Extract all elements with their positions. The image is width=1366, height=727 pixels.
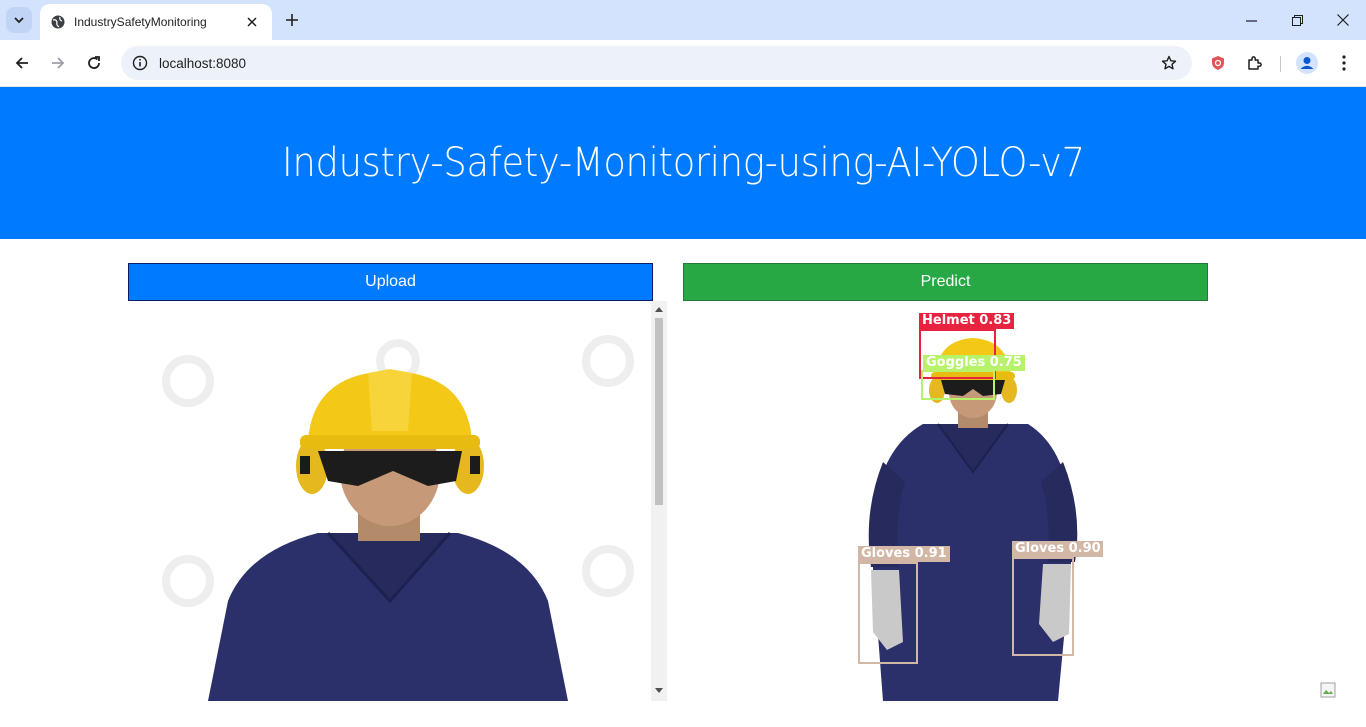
goggles-detection-box <box>921 370 995 400</box>
back-button[interactable] <box>7 48 37 78</box>
profile-button[interactable] <box>1292 48 1322 78</box>
globe-icon <box>50 14 66 30</box>
gloves-right-detection-box <box>1012 557 1074 656</box>
goggles-detection-label: Goggles 0.75 <box>923 355 1025 371</box>
shield-extension-button[interactable] <box>1203 48 1233 78</box>
scroll-up-arrow-icon[interactable] <box>655 305 663 313</box>
scroll-thumb[interactable] <box>655 318 663 505</box>
plus-icon <box>286 14 298 26</box>
menu-button[interactable] <box>1329 48 1359 78</box>
gloves-right-detection-label: Gloves 0.90 <box>1012 541 1103 557</box>
close-window-button[interactable] <box>1320 0 1366 40</box>
close-icon <box>1337 14 1349 26</box>
forward-button[interactable] <box>43 48 73 78</box>
restore-button[interactable] <box>1274 0 1320 40</box>
gloves-left-detection-box <box>858 562 918 664</box>
page-header: Industry-Safety-Monitoring-using-AI-YOLO… <box>0 87 1366 239</box>
gloves-left-detection-label: Gloves 0.91 <box>858 546 950 562</box>
restore-icon <box>1291 14 1303 26</box>
kebab-menu-icon <box>1342 55 1346 71</box>
tab-strip: IndustrySafetyMonitoring <box>0 0 1366 40</box>
arrow-left-icon <box>15 57 28 69</box>
upload-scrollbar[interactable] <box>651 301 667 701</box>
avatar-icon <box>1296 52 1318 74</box>
predict-button[interactable]: Predict <box>683 263 1208 301</box>
site-info-icon[interactable] <box>123 46 157 80</box>
tab-title: IndustrySafetyMonitoring <box>74 15 207 29</box>
shield-icon <box>1212 56 1224 70</box>
chevron-down-icon <box>14 17 24 24</box>
scroll-down-arrow-icon[interactable] <box>655 687 663 695</box>
upload-button[interactable]: Upload <box>128 263 653 301</box>
reload-icon <box>88 56 100 69</box>
prediction-image: Helmet 0.83 Goggles 0.75 Gloves 0.91 Glo… <box>843 312 1103 701</box>
browser-toolbar: localhost:8080 <box>0 40 1366 87</box>
reload-button[interactable] <box>79 48 109 78</box>
broken-image-icon <box>1320 682 1336 698</box>
url-text[interactable]: localhost:8080 <box>159 56 1152 71</box>
arrow-right-icon <box>52 57 65 69</box>
toolbar-separator <box>1280 56 1281 72</box>
tab-search-button[interactable] <box>6 7 32 33</box>
page-title: Industry-Safety-Monitoring-using-AI-YOLO… <box>281 140 1085 186</box>
address-bar[interactable]: localhost:8080 <box>121 46 1192 80</box>
puzzle-icon <box>1247 55 1262 70</box>
uploaded-image <box>128 301 668 701</box>
new-tab-button[interactable] <box>281 9 303 31</box>
minimize-icon <box>1245 19 1257 22</box>
extensions-button[interactable] <box>1239 48 1269 78</box>
minimize-button[interactable] <box>1228 0 1274 40</box>
active-tab[interactable]: IndustrySafetyMonitoring <box>40 4 272 40</box>
close-tab-icon[interactable] <box>242 12 262 32</box>
bookmark-star-icon[interactable] <box>1152 46 1186 80</box>
helmet-detection-label: Helmet 0.83 <box>919 313 1015 329</box>
